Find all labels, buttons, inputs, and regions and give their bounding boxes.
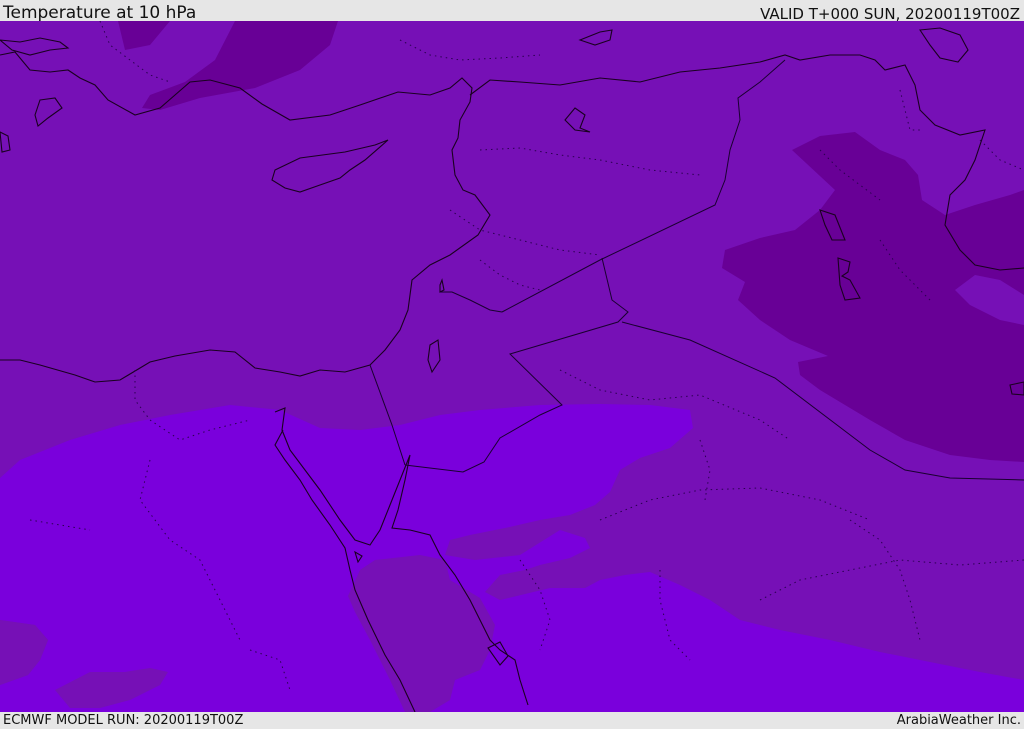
- model-run-label: ECMWF MODEL RUN: 20200119T00Z: [3, 713, 244, 728]
- credit-label: ArabiaWeather Inc.: [896, 713, 1021, 728]
- header-bar: Temperature at 10 hPa VALID T+000 SUN, 2…: [0, 0, 1024, 23]
- temperature-map[interactable]: [0, 21, 1024, 712]
- footer-bar: ECMWF MODEL RUN: 20200119T00Z ArabiaWeat…: [0, 712, 1024, 729]
- map-title: Temperature at 10 hPa: [3, 3, 197, 23]
